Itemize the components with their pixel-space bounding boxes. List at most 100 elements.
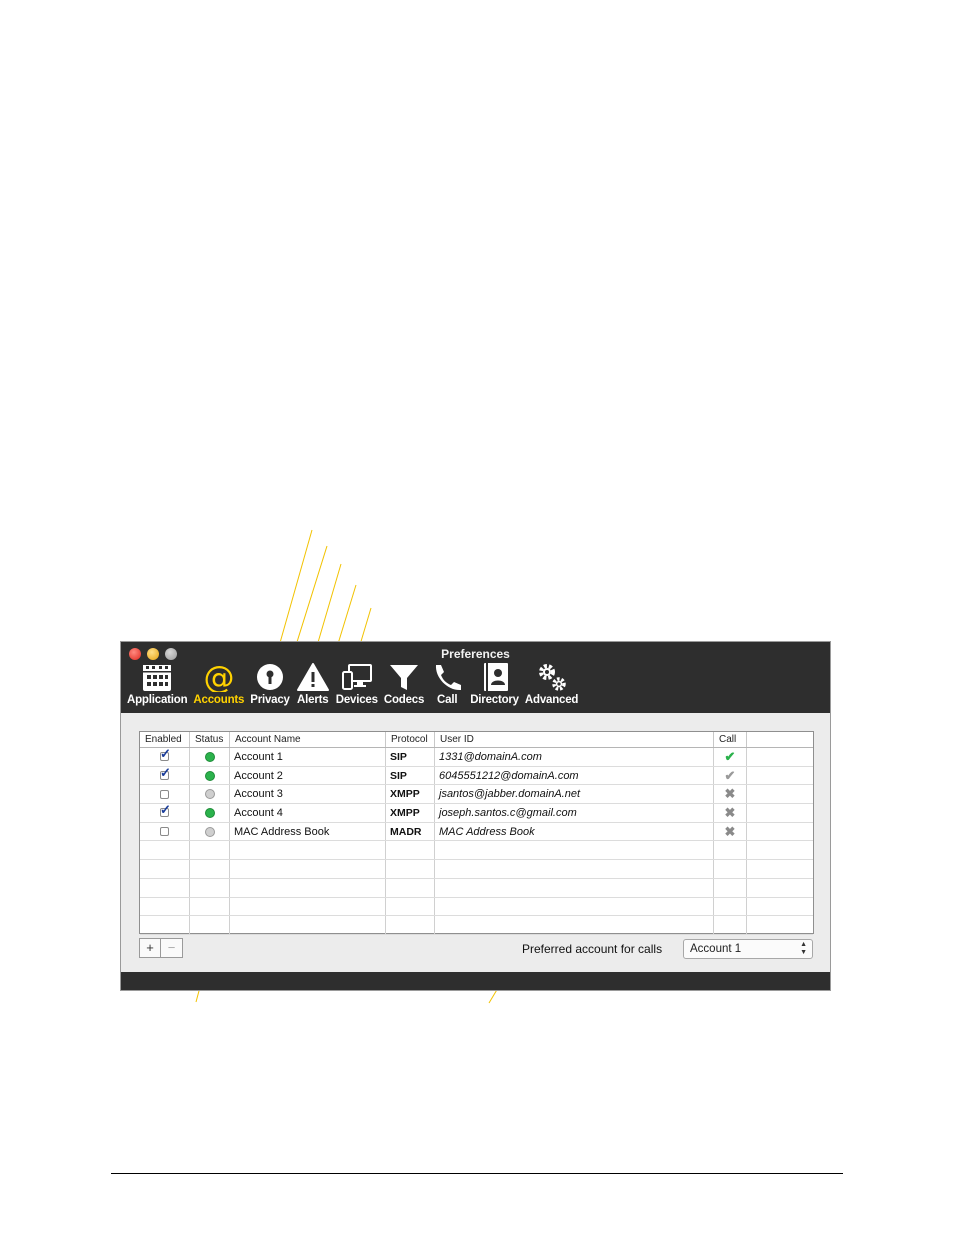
status-cell bbox=[190, 785, 230, 804]
call-cell: ✖ bbox=[714, 822, 747, 841]
status-cell bbox=[190, 822, 230, 841]
call-disabled-icon[interactable]: ✖ bbox=[725, 823, 736, 841]
status-indicator-icon bbox=[204, 751, 215, 762]
status-cell bbox=[190, 804, 230, 822]
call-disabled-icon[interactable]: ✖ bbox=[725, 804, 736, 822]
user-id-cell: jsantos@jabber.domainA.net bbox=[435, 785, 714, 804]
tab-alerts[interactable]: Alerts bbox=[296, 662, 330, 712]
status-cell bbox=[190, 766, 230, 785]
window-title: Preferences bbox=[441, 647, 510, 661]
call-disabled-icon[interactable]: ✖ bbox=[725, 785, 736, 803]
enabled-cell: ✓ bbox=[140, 766, 190, 785]
preferred-account-value: Account 1 bbox=[690, 943, 742, 955]
column-header-spacer bbox=[747, 732, 813, 747]
add-account-button[interactable]: + bbox=[139, 938, 161, 958]
column-header-account-name[interactable]: Account Name bbox=[230, 732, 386, 747]
status-indicator-icon bbox=[204, 789, 215, 800]
tab-application[interactable]: Application bbox=[127, 662, 188, 712]
funnel-icon bbox=[390, 665, 419, 690]
enabled-checkbox[interactable]: ✓ bbox=[160, 767, 171, 781]
status-indicator-icon bbox=[204, 807, 215, 818]
user-id-cell: MAC Address Book bbox=[435, 822, 714, 841]
empty-table-row bbox=[140, 916, 813, 935]
column-header-status[interactable]: Status bbox=[190, 732, 230, 747]
at-sign-icon: @ bbox=[203, 662, 234, 692]
enabled-checkbox[interactable]: ✓ bbox=[160, 748, 171, 762]
call-enabled-icon[interactable]: ✔ bbox=[725, 748, 736, 766]
tab-application-label: Application bbox=[127, 694, 188, 706]
tab-alerts-label: Alerts bbox=[297, 694, 329, 706]
user-id-cell: joseph.santos.c@gmail.com bbox=[435, 804, 714, 822]
status-cell bbox=[190, 748, 230, 766]
tab-accounts-label: Accounts bbox=[193, 694, 245, 706]
tab-directory[interactable]: Directory bbox=[470, 662, 519, 712]
title-bar: Preferences Application @ Accounts Priva… bbox=[121, 642, 830, 713]
keyhole-icon bbox=[256, 664, 283, 690]
tab-directory-label: Directory bbox=[470, 694, 519, 706]
table-row[interactable]: ✓ Account 3XMPPjsantos@jabber.domainA.net… bbox=[140, 785, 813, 805]
status-indicator-icon bbox=[204, 826, 215, 837]
protocol-cell: XMPP bbox=[386, 804, 435, 822]
account-name-cell: Account 2 bbox=[230, 766, 386, 785]
empty-table-row bbox=[140, 878, 813, 898]
table-row[interactable]: ✓ MAC Address BookMADRMAC Address Book ✖ bbox=[140, 822, 813, 842]
svg-text:@: @ bbox=[203, 662, 234, 692]
tab-devices-label: Devices bbox=[335, 694, 378, 706]
table-row[interactable]: ✓ Account 2 SIP 6045551212@domainA.com ✔ bbox=[140, 766, 813, 786]
enabled-checkbox[interactable]: ✓ bbox=[160, 804, 171, 818]
empty-table-row bbox=[140, 841, 813, 861]
preferred-account-select[interactable]: Account 1 ▲ ▼ bbox=[683, 939, 813, 959]
enabled-cell: ✓ bbox=[140, 748, 190, 766]
column-header-user-id[interactable]: User ID bbox=[435, 732, 714, 747]
table-body: ✓ Account 1 SIP 1331@domainA.com ✔ ✓ Account 2… bbox=[140, 748, 813, 935]
tab-devices[interactable]: Devices bbox=[336, 662, 378, 712]
tab-call-label: Call bbox=[437, 694, 458, 706]
user-id-cell: 6045551212@domainA.com bbox=[435, 766, 714, 785]
phone-handset-icon bbox=[436, 665, 462, 691]
enabled-checkbox[interactable]: ✓ bbox=[160, 789, 169, 799]
enabled-checkbox[interactable]: ✓ bbox=[160, 827, 169, 837]
spacer-cell bbox=[747, 804, 813, 822]
tab-call[interactable]: Call bbox=[430, 662, 464, 712]
account-name-cell: MAC Address Book bbox=[230, 822, 386, 841]
monitor-phone-icon bbox=[341, 664, 372, 690]
tab-privacy[interactable]: Privacy bbox=[250, 662, 290, 712]
preferences-window: Preferences Application @ Accounts Priva… bbox=[120, 641, 831, 991]
protocol-cell: SIP bbox=[386, 748, 435, 766]
empty-table-row bbox=[140, 860, 813, 879]
preferences-toolbar: Application @ Accounts Privacy Alerts De… bbox=[127, 662, 584, 712]
window-footer bbox=[121, 972, 830, 990]
spacer-cell bbox=[747, 785, 813, 803]
tab-advanced[interactable]: Advanced bbox=[525, 662, 578, 712]
column-header-call[interactable]: Call bbox=[714, 732, 747, 747]
column-header-enabled[interactable]: Enabled bbox=[140, 732, 190, 747]
gears-icon bbox=[538, 664, 566, 691]
protocol-cell: SIP bbox=[386, 766, 435, 785]
tab-codecs[interactable]: Codecs bbox=[384, 662, 424, 712]
enabled-cell: ✓ bbox=[140, 822, 190, 841]
calendar-grid-icon bbox=[143, 665, 172, 691]
remove-account-button[interactable]: − bbox=[161, 938, 183, 958]
status-indicator-icon bbox=[204, 770, 215, 781]
tab-accounts[interactable]: @ Accounts bbox=[193, 662, 244, 712]
spacer-cell bbox=[747, 748, 813, 766]
table-row[interactable]: ✓ Account 1 SIP 1331@domainA.com ✔ bbox=[140, 748, 813, 767]
column-header-protocol[interactable]: Protocol bbox=[386, 732, 435, 747]
warning-triangle-icon bbox=[296, 663, 329, 691]
table-row[interactable]: ✓ Account 4 XMPP joseph.santos.c@gmail.com ✖ bbox=[140, 804, 813, 823]
call-enabled-icon[interactable]: ✔ bbox=[725, 767, 736, 785]
account-name-cell: Account 4 bbox=[230, 804, 386, 822]
call-cell: ✔ bbox=[714, 748, 747, 766]
accounts-table: Enabled Status Account Name Protocol Use… bbox=[139, 731, 814, 935]
page-footer-rule bbox=[111, 1173, 843, 1174]
tab-privacy-label: Privacy bbox=[250, 694, 290, 706]
call-cell: ✖ bbox=[714, 804, 747, 822]
table-header: Enabled Status Account Name Protocol Use… bbox=[140, 732, 813, 748]
add-remove-buttons: + − bbox=[139, 938, 183, 958]
spacer-cell bbox=[747, 823, 813, 841]
callout-lines bbox=[195, 529, 523, 1004]
account-name-cell: Account 3 bbox=[230, 785, 386, 804]
user-id-cell: 1331@domainA.com bbox=[435, 748, 714, 766]
enabled-cell: ✓ bbox=[140, 804, 190, 822]
call-cell: ✖ bbox=[714, 785, 747, 804]
